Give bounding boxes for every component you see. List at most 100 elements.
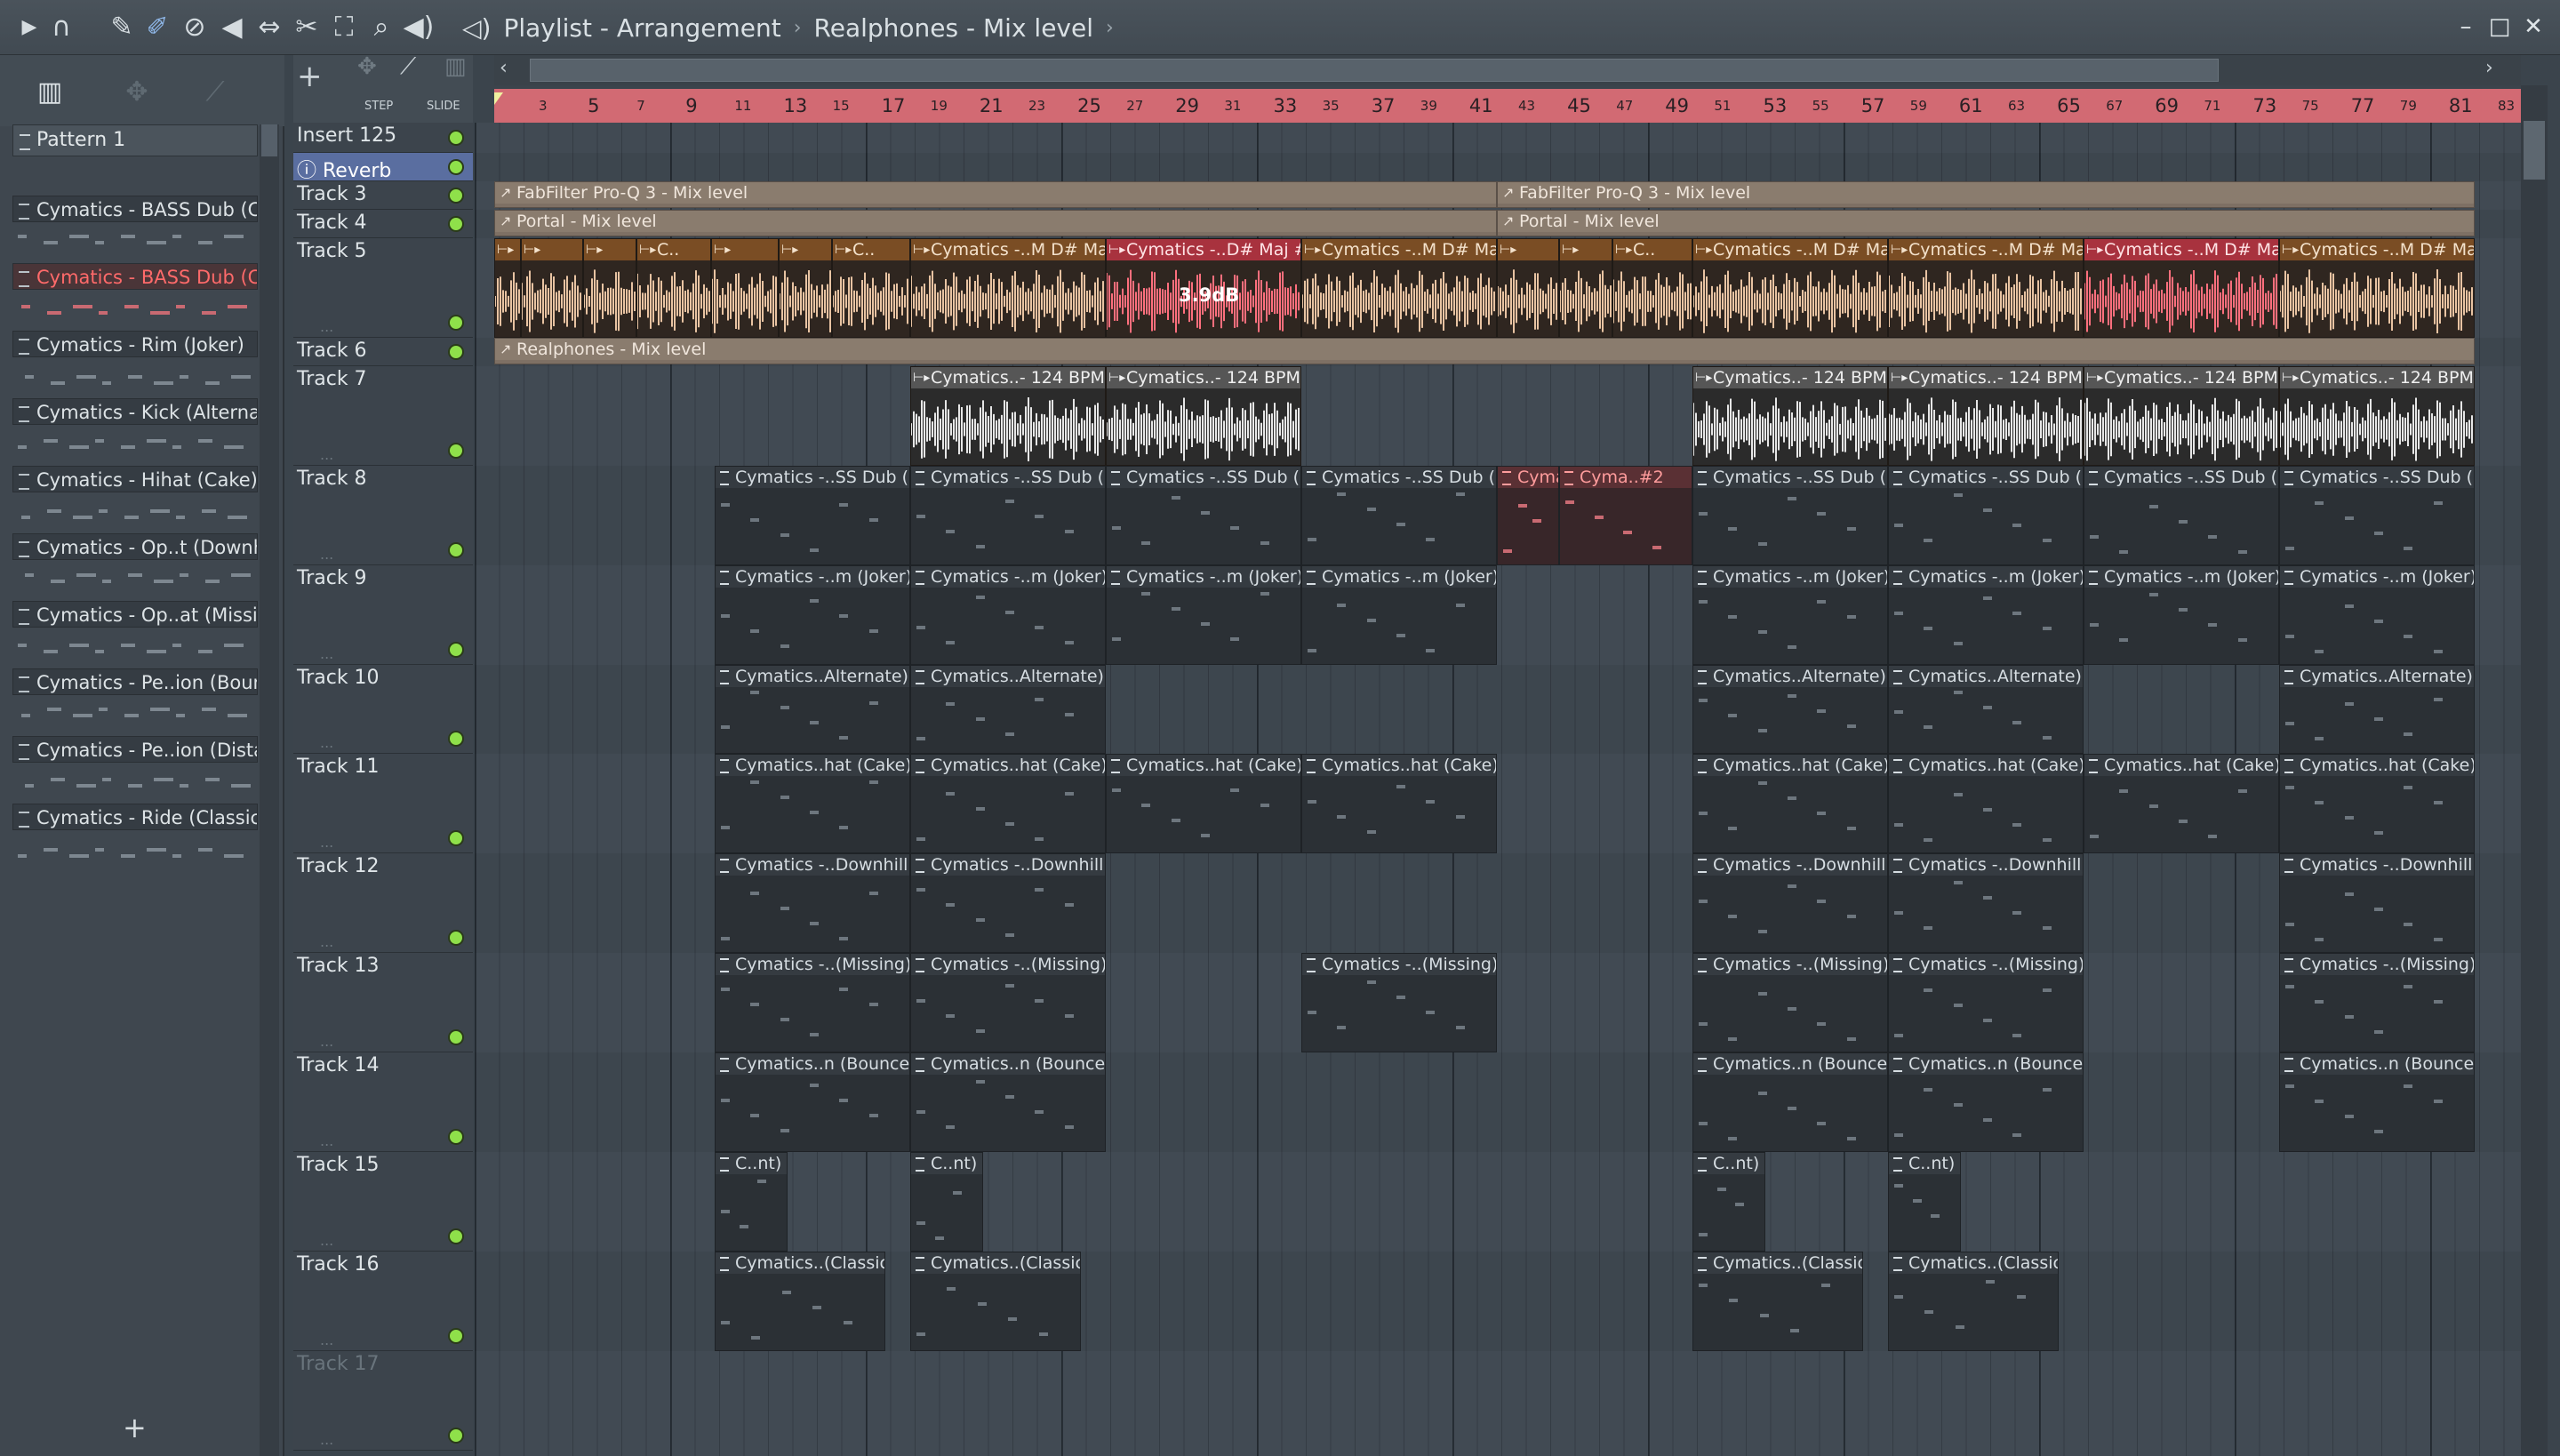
zoom-icon[interactable]: ⌕: [364, 11, 398, 44]
audio-clip[interactable]: [583, 238, 636, 338]
pattern-clip[interactable]: Cymatics..hat (Cake): [715, 754, 910, 853]
select-icon[interactable]: ⛶: [327, 11, 361, 44]
track-header[interactable]: Track 14...: [293, 1052, 473, 1152]
delete-icon[interactable]: ⊘: [178, 11, 212, 44]
audio-clip[interactable]: Cymatics..- 124 BPM: [2084, 366, 2279, 466]
scroll-left-icon[interactable]: ‹: [500, 57, 508, 79]
track-header[interactable]: Track 8...: [293, 466, 473, 565]
track-mute-led[interactable]: [448, 188, 464, 204]
track-header[interactable]: Insert 125: [293, 123, 473, 153]
pattern-clip[interactable]: Cymatics..n (Bounce): [2279, 1052, 2475, 1152]
pattern-clip[interactable]: Cymatics -..SS Dub (C): [2279, 466, 2475, 565]
pattern-clip[interactable]: Cymatics -..(Missing): [1301, 953, 1497, 1052]
grid-icon[interactable]: ▥: [444, 53, 467, 80]
track-mute-led[interactable]: [448, 1428, 464, 1444]
timeline-ruler[interactable]: 3 5 7 9 11 13 15 17 19 21 23 25 27 29 31 33 35 37 39 41 43 45…: [494, 89, 2521, 123]
pattern-clip[interactable]: Cymatics..hat (Cake): [2084, 754, 2279, 853]
audio-clip[interactable]: [494, 238, 521, 338]
audio-clip[interactable]: C..: [636, 238, 711, 338]
auto-clip[interactable]: Portal - Mix level: [1497, 210, 2475, 236]
step-label[interactable]: STEP: [364, 100, 393, 113]
pattern-clip[interactable]: Cymatics..(Classic): [1888, 1252, 2059, 1351]
track-header[interactable]: Track 10...: [293, 665, 473, 754]
track-mute-led[interactable]: [448, 930, 464, 946]
close-icon[interactable]: ✕: [2516, 9, 2551, 44]
pattern-clip[interactable]: Cymatics -..SS Dub (C): [1106, 466, 1301, 565]
track-mute-led[interactable]: [448, 1328, 464, 1344]
pattern-clip[interactable]: C..nt): [1888, 1152, 1961, 1252]
pattern-clip[interactable]: Cymatics -..m (Joker): [1888, 565, 2084, 665]
pattern-item[interactable]: Cymatics - Rim (Joker): [12, 331, 258, 398]
pattern-clip[interactable]: Cymatics..hat (Cake): [1301, 754, 1497, 853]
track-mute-led[interactable]: [448, 1129, 464, 1145]
pattern-item[interactable]: Cymatics - Ride (Classic): [12, 804, 258, 871]
pattern-clip[interactable]: Cymatics -..(Missing): [1888, 953, 2084, 1052]
auto-clip[interactable]: Realphones - Mix level: [494, 338, 2475, 364]
pattern-item[interactable]: Cymatics - Hihat (Cake): [12, 466, 258, 533]
pattern-selector[interactable]: Pattern 1: [12, 124, 258, 156]
pattern-clip[interactable]: Cymatics..hat (Cake): [1888, 754, 2084, 853]
picker-scrollbar[interactable]: [260, 124, 279, 1456]
track-mute-led[interactable]: [448, 443, 464, 459]
pattern-clip[interactable]: Cymatics -..m (Joker): [1106, 565, 1301, 665]
pattern-clip[interactable]: Cymatics..hat (Cake): [1692, 754, 1888, 853]
pattern-clip[interactable]: Cymatics -..SS Dub (C): [1497, 466, 1559, 565]
pattern-clip[interactable]: Cymatics..(Classic): [1692, 1252, 1863, 1351]
pattern-clip[interactable]: Cymatics..Alternate): [715, 665, 910, 754]
pattern-clip[interactable]: Cymatics -..(Missing): [715, 953, 910, 1052]
track-header[interactable]: Track 11...: [293, 754, 473, 853]
pattern-clip[interactable]: Cymatics -..(Missing): [2279, 953, 2475, 1052]
pattern-clip[interactable]: Cymatics -..(Missing): [910, 953, 1106, 1052]
pattern-clip[interactable]: Cymatics..n (Bounce): [910, 1052, 1106, 1152]
track-header[interactable]: Track 15...: [293, 1152, 473, 1252]
audio-clip[interactable]: C..: [1612, 238, 1692, 338]
pattern-item[interactable]: Cymatics - Op..at (Missing): [12, 601, 258, 668]
pattern-clip[interactable]: Cyma..#2: [1559, 466, 1692, 565]
horizontal-scrollbar[interactable]: ‹ ›: [494, 55, 2521, 85]
automation-icon[interactable]: ✥: [117, 76, 156, 108]
crumb-arrow-icon[interactable]: ›: [1106, 17, 1114, 39]
track-mute-led[interactable]: [448, 642, 464, 658]
pattern-clip[interactable]: C..nt): [1692, 1152, 1765, 1252]
audio-clip[interactable]: C..: [832, 238, 910, 338]
track-mute-led[interactable]: [448, 216, 464, 232]
pattern-item[interactable]: Cymatics - BASS Dub (C) #2: [12, 263, 258, 331]
pattern-clip[interactable]: Cymatics -..SS Dub (C): [715, 466, 910, 565]
add-track-button[interactable]: +: [297, 59, 323, 94]
track-mute-led[interactable]: [448, 130, 464, 146]
pattern-item[interactable]: Cymatics - Pe..ion (Bounce): [12, 668, 258, 736]
pattern-clip[interactable]: C..nt): [715, 1152, 788, 1252]
pattern-clip[interactable]: Cymatics -..(Missing): [1692, 953, 1888, 1052]
pattern-item[interactable]: Cymatics - Pe..ion (Distant): [12, 736, 258, 804]
pattern-item[interactable]: Cymatics - Op..t (Downhill): [12, 533, 258, 601]
pattern-clip[interactable]: Cymatics -..m (Joker): [2279, 565, 2475, 665]
audio-clip[interactable]: [1559, 238, 1612, 338]
pattern-clip[interactable]: Cymatics..hat (Cake): [1106, 754, 1301, 853]
audio-clip[interactable]: Cymatics..- 124 BPM: [1888, 366, 2084, 466]
pattern-clip[interactable]: Cymatics -..m (Joker): [1301, 565, 1497, 665]
audio-clip[interactable]: Cymatics -..M D# Maj: [1888, 238, 2084, 338]
audio-clip[interactable]: Cymatics..- 124 BPM: [2279, 366, 2475, 466]
pattern-clip[interactable]: Cymatics..hat (Cake): [2279, 754, 2475, 853]
slip-icon[interactable]: ⇔: [252, 11, 286, 44]
curve-icon[interactable]: ⟋: [400, 53, 416, 81]
pattern-clip[interactable]: Cymatics..Alternate): [1888, 665, 2084, 754]
track-header[interactable]: Track 16...: [293, 1252, 473, 1351]
link-icon[interactable]: ⟋: [196, 76, 235, 108]
pattern-clip[interactable]: Cymatics -..m (Joker): [910, 565, 1106, 665]
audio-clip[interactable]: Cymatics..- 124 BPM: [1106, 366, 1301, 466]
slice-icon[interactable]: ✂: [290, 11, 324, 44]
track-mute-led[interactable]: [448, 344, 464, 360]
track-mute-led[interactable]: [448, 731, 464, 747]
auto-clip[interactable]: Portal - Mix level: [494, 210, 1497, 236]
audio-clip[interactable]: [1497, 238, 1559, 338]
move-icon[interactable]: ✥: [357, 53, 377, 80]
track-mute-led[interactable]: [448, 542, 464, 558]
track-mute-led[interactable]: [448, 830, 464, 846]
audio-clip[interactable]: [711, 238, 779, 338]
vertical-scrollbar[interactable]: [2521, 85, 2548, 1456]
track-header[interactable]: Track 13...: [293, 953, 473, 1052]
track-header[interactable]: Track 5...: [293, 238, 473, 338]
scroll-right-icon[interactable]: ›: [2485, 57, 2493, 79]
pattern-clip[interactable]: Cymatics -..SS Dub (C): [1301, 466, 1497, 565]
